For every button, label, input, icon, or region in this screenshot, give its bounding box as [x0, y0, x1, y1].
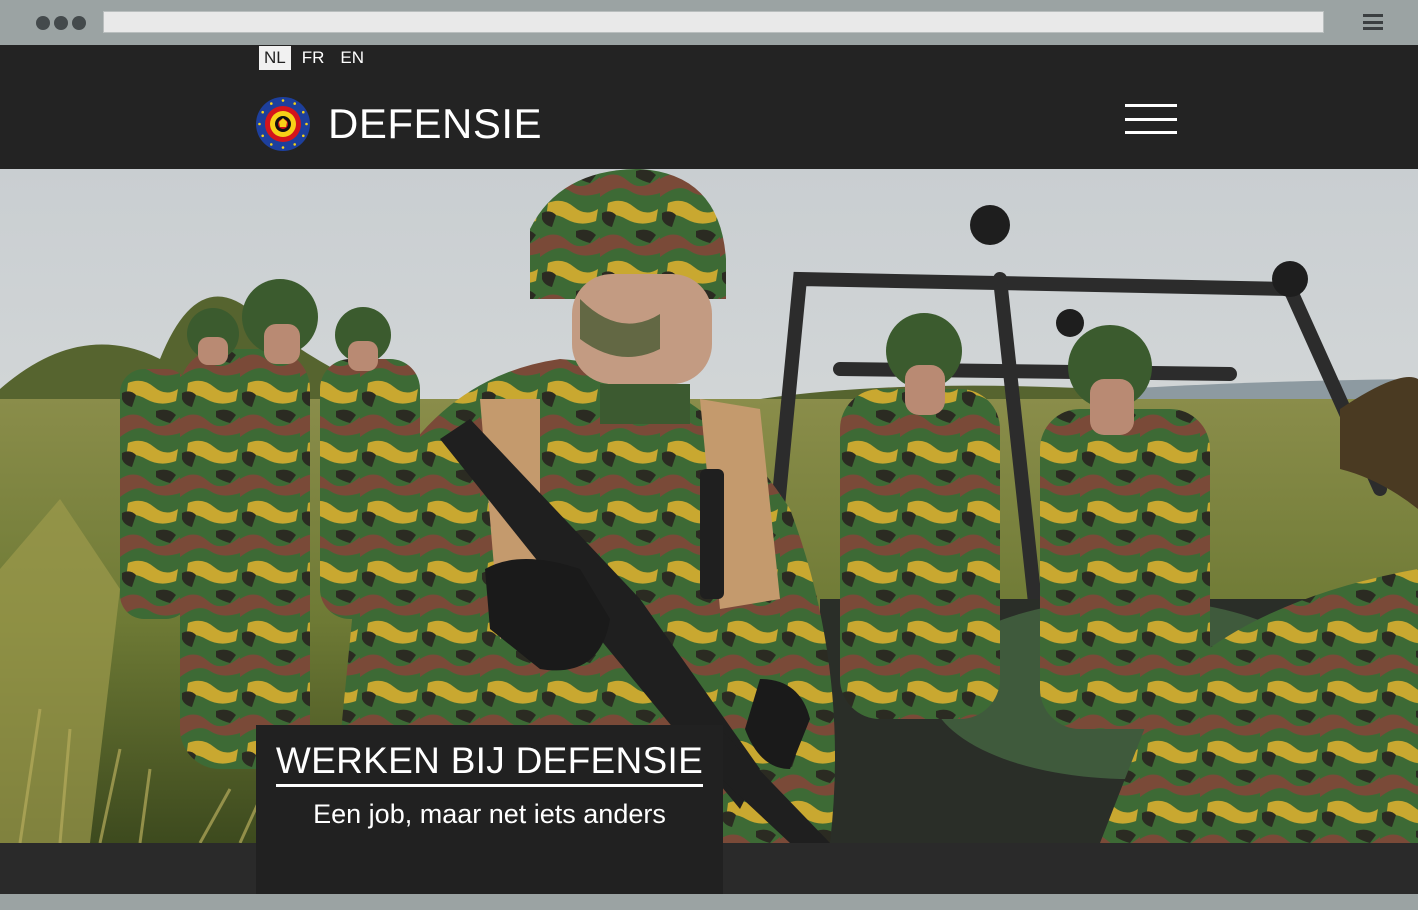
site-header: NL FR EN DEFENSIE [0, 45, 1418, 169]
browser-bottom-edge [0, 894, 1418, 910]
browser-chrome [0, 0, 1418, 45]
language-en[interactable]: EN [335, 46, 369, 70]
language-fr[interactable]: FR [297, 46, 330, 70]
language-nl[interactable]: NL [259, 46, 291, 70]
window-dot[interactable] [72, 16, 86, 30]
brand-home-link[interactable]: DEFENSIE [255, 96, 542, 152]
address-bar[interactable] [103, 11, 1324, 33]
hero-caption-subtitle: Een job, maar net iets anders [313, 799, 666, 829]
window-controls [36, 16, 86, 30]
window-dot[interactable] [54, 16, 68, 30]
hero-caption-title: WERKEN BIJ DEFENSIE [275, 739, 704, 787]
hamburger-menu-icon[interactable] [1125, 104, 1177, 134]
site-title: DEFENSIE [328, 100, 543, 147]
language-switcher: NL FR EN [259, 45, 369, 71]
belgian-defence-roundel-icon [256, 97, 310, 151]
hero-caption-card[interactable]: WERKEN BIJ DEFENSIE Een job, maar net ie… [256, 725, 723, 894]
browser-menu-icon[interactable] [1363, 14, 1383, 30]
window-dot[interactable] [36, 16, 50, 30]
